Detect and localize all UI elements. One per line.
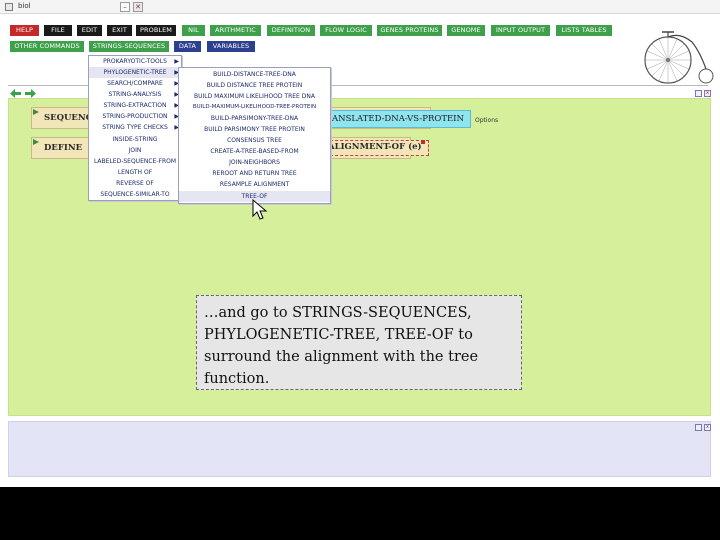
menu-exit[interactable]: EXIT [107, 25, 132, 36]
panel-close-icon[interactable]: x [704, 90, 711, 97]
menu-other-commands[interactable]: OTHER COMMANDS [10, 41, 84, 52]
menu-item-prokaryotic-tools[interactable]: PROKARYOTIC-TOOLS ▶ [89, 56, 181, 67]
sequence-keyword: SEQUENC [44, 113, 93, 123]
panel-minimize-icon[interactable] [695, 90, 702, 97]
menu-help[interactable]: HELP [10, 25, 39, 36]
menu-item-label: STRING TYPE CHECKS [102, 124, 168, 131]
menu-item-join[interactable]: JOIN [89, 145, 181, 156]
menu-genes-proteins[interactable]: GENES PROTEINS [377, 25, 442, 36]
options-label[interactable]: Options [475, 117, 498, 124]
menu-edit[interactable]: EDIT [77, 25, 102, 36]
menu-item-search-compare[interactable]: SEARCH/COMPARE ▶ [89, 78, 181, 89]
menu-item-reverse-of[interactable]: REVERSE OF [89, 178, 181, 189]
bicycle-logo [644, 31, 714, 84]
panel-close-icon[interactable]: x [704, 424, 711, 431]
bottom-black-bar [0, 487, 720, 540]
window-title: biol [18, 2, 31, 10]
results-panel[interactable]: x [8, 421, 711, 477]
menu-genome[interactable]: GENOME [447, 25, 485, 36]
menu-definition[interactable]: DEFINITION [267, 25, 315, 36]
forward-arrow-icon[interactable] [25, 89, 36, 98]
selection-marker [421, 140, 425, 144]
menu-lists-tables[interactable]: LISTS TABLES [556, 25, 612, 36]
menu-item-string-analysis[interactable]: STRING-ANALYSIS ▶ [89, 89, 181, 100]
mouse-cursor-icon [252, 199, 268, 220]
back-arrow-icon[interactable] [10, 89, 21, 98]
menu-item-build-max-likelihood-tree-protein[interactable]: BUILD-MAXIMUM-LIKELIHOOD-TREE-PROTEIN [179, 102, 330, 113]
menu-item-join-neighbors[interactable]: JOIN-NEIGHBORS [179, 157, 330, 168]
define-keyword: DEFINE [44, 143, 83, 153]
menu-item-create-a-tree-based-from[interactable]: CREATE-A-TREE-BASED-FROM [179, 146, 330, 157]
menu-item-label: STRING-EXTRACTION [103, 102, 167, 109]
menu-item-string-extraction[interactable]: STRING-EXTRACTION ▶ [89, 100, 181, 111]
menu-item-reroot-and-return-tree[interactable]: REROOT AND RETURN TREE [179, 168, 330, 179]
box-flag-icon [33, 109, 39, 115]
menu-file[interactable]: FILE [44, 25, 72, 36]
menu-item-build-distance-tree-dna[interactable]: BUILD-DISTANCE-TREE-DNA [179, 69, 330, 80]
close-button[interactable]: ✕ [133, 2, 143, 12]
menu-item-build-parsimony-tree-protein[interactable]: BUILD PARSIMONY TREE PROTEIN [179, 124, 330, 135]
strings-sequences-menu: PROKARYOTIC-TOOLS ▶ PHYLOGENETIC-TREE ▶ SE… [88, 55, 182, 201]
menu-strings-sequences[interactable]: STRINGS-SEQUENCES [89, 41, 169, 52]
phylogenetic-tree-submenu: BUILD-DISTANCE-TREE-DNA BUILD DISTANCE T… [178, 67, 331, 204]
menu-item-label: SEARCH/COMPARE [107, 80, 163, 87]
tab-controls: – ✕ [120, 2, 143, 12]
menu-arithmetic[interactable]: ARITHMETIC [210, 25, 261, 36]
menu-item-length-of[interactable]: LENGTH OF [89, 167, 181, 178]
menu-data[interactable]: DATA [174, 41, 201, 52]
translated-dna-vs-protein-box[interactable]: ANSLATED-DNA-VS-PROTEIN [329, 110, 471, 128]
menu-item-build-distance-tree-protein[interactable]: BUILD DISTANCE TREE PROTEIN [179, 80, 330, 91]
menu-item-phylogenetic-tree[interactable]: PHYLOGENETIC-TREE ▶ [89, 67, 181, 78]
history-nav [10, 89, 36, 98]
menu-item-sequence-similar-to[interactable]: SEQUENCE-SIMILAR-TO [89, 189, 181, 200]
menu-item-resample-alignment[interactable]: RESAMPLE ALIGNMENT [179, 179, 330, 190]
menu-nil[interactable]: NIL [182, 25, 205, 36]
menu-variables[interactable]: VARIABLES [207, 41, 255, 52]
menu-flow-logic[interactable]: FLOW LOGIC [320, 25, 372, 36]
menu-item-label: STRING-PRODUCTION [102, 113, 168, 120]
menu-item-inside-string[interactable]: INSIDE-STRING [89, 134, 181, 145]
box-flag-icon [33, 139, 39, 145]
menu-item-build-max-likelihood-tree-dna[interactable]: BUILD MAXIMUM LIKELIHOOD TREE DNA [179, 91, 330, 102]
app-icon [5, 3, 13, 11]
screen: biol – ✕ HELP FILE EDIT EXIT PROBLEM NIL… [0, 0, 720, 487]
menu-item-label: PHYLOGENETIC-TREE [103, 69, 167, 76]
menu-item-string-production[interactable]: STRING-PRODUCTION ▶ [89, 111, 181, 122]
submenu-arrow-icon: ▶ [174, 58, 179, 65]
menu-item-label: PROKARYOTIC-TOOLS [103, 58, 167, 65]
menu-item-label: STRING-ANALYSIS [108, 91, 162, 98]
menu-item-consensus-tree[interactable]: CONSENSUS TREE [179, 135, 330, 146]
tutorial-caption: …and go to STRINGS-SEQUENCES, PHYLOGENET… [196, 295, 522, 390]
menu-item-build-parsimony-tree-dna[interactable]: BUILD-PARSIMONY-TREE-DNA [179, 113, 330, 124]
alignment-of-box[interactable]: ALIGNMENT-OF (e) [325, 140, 429, 156]
menu-item-labeled-sequence-from[interactable]: LABELED-SEQUENCE-FROM [89, 156, 181, 167]
title-bar: biol – ✕ [0, 0, 720, 14]
menu-item-string-type-checks[interactable]: STRING TYPE CHECKS ▶ [89, 122, 181, 133]
menu-problem[interactable]: PROBLEM [136, 25, 176, 36]
panel-minimize-icon[interactable] [695, 424, 702, 431]
minimize-button[interactable]: – [120, 2, 130, 12]
menu-input-output[interactable]: INPUT OUTPUT [491, 25, 550, 36]
